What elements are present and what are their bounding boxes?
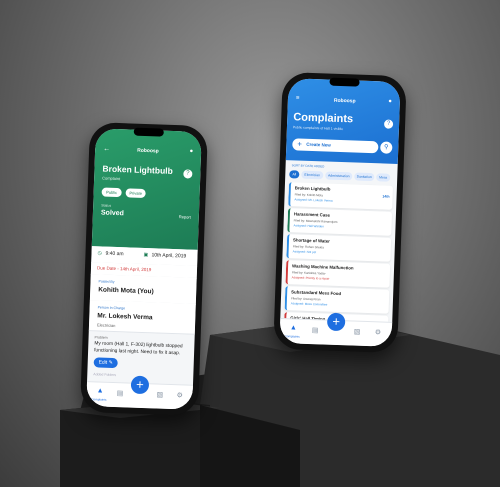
plus-icon: + <box>297 139 303 149</box>
filter-all[interactable]: All <box>289 170 300 179</box>
complaint-item[interactable]: Harassment Case Filed by: Meenakshi Rama… <box>287 208 393 236</box>
description-label: Problem <box>94 335 108 340</box>
filter-sanitation[interactable]: Sanitation <box>354 172 375 182</box>
description-text: My room (Hall 1, F-302) lightbulb stoppe… <box>94 341 183 356</box>
item-assigned: Assigned: Not yet <box>292 249 317 255</box>
product-scene: ← Roboosp ● Broken Lightbulb Complaint ?… <box>0 0 500 487</box>
settings-icon[interactable]: ⚙ <box>375 328 382 336</box>
profile-icon[interactable]: ● <box>388 99 392 105</box>
time-value: 9:40 am <box>105 250 124 258</box>
tag-private[interactable]: Private <box>125 188 146 199</box>
edit-label: Edit <box>98 359 108 366</box>
filter-administration[interactable]: Administration <box>325 171 353 181</box>
page-subtitle: Public complaints of Hall 1 visible <box>292 125 344 132</box>
item-title: Substandard Mess Food <box>291 289 342 297</box>
chart-icon[interactable]: ▧ <box>156 391 163 399</box>
add-button[interactable]: + <box>130 375 150 395</box>
app-name: Roboosp <box>333 97 356 105</box>
item-title: Washing Machine Malfunction <box>292 263 354 271</box>
item-assigned: Assigned: Mr. Lokesh Verma <box>294 197 333 203</box>
help-icon[interactable]: ? <box>383 119 394 129</box>
report-button[interactable]: Report <box>179 214 191 219</box>
complaint-item[interactable]: Shortage of Water Filed by: Rohan Shukla… <box>286 234 392 262</box>
dynamic-island <box>133 127 164 137</box>
complaint-item[interactable]: Washing Machine Malfunction Filed by: Ka… <box>285 260 391 288</box>
page-title: Complaints <box>293 111 354 126</box>
person-label: Person In Charge <box>97 305 126 311</box>
sort-label[interactable]: SORT BY DATE ADDED <box>292 163 325 168</box>
back-icon[interactable]: ← <box>103 146 110 153</box>
complaint-category: Complaint <box>102 175 121 182</box>
complaints-list-screen: ≡ Roboosp ● Complaints Public complaints… <box>279 78 401 347</box>
status-label: Status <box>101 203 112 208</box>
item-title: Broken Lightbulb <box>294 185 331 192</box>
complaint-item[interactable]: Broken Lightbulb Filed by: Kohith Mota A… <box>288 182 393 210</box>
item-title: Shortage of Water <box>292 237 330 244</box>
detail-header: ← Roboosp ● Broken Lightbulb Complaint ?… <box>91 128 202 250</box>
filter-electrician[interactable]: Electrician <box>301 170 324 180</box>
document-icon[interactable]: ▤ <box>312 326 319 334</box>
person-value: Mr. Lokesh Verma <box>97 312 153 322</box>
person-role: Electrician <box>96 322 116 329</box>
list-header: ≡ Roboosp ● Complaints Public complaints… <box>285 78 401 164</box>
item-assigned: Assigned: Priority to a repair <box>291 275 330 281</box>
chart-icon[interactable]: ▧ <box>354 328 361 336</box>
due-date: Due Date - 14th April, 2019 <box>96 265 152 273</box>
item-badge: 14th <box>382 194 390 199</box>
home-icon[interactable]: ▲ <box>290 324 297 331</box>
filter-mess[interactable]: Mess <box>376 173 391 182</box>
right-phone: ≡ Roboosp ● Complaints Public complaints… <box>273 71 407 354</box>
menu-icon[interactable]: ≡ <box>296 95 300 101</box>
complaint-detail-screen: ← Roboosp ● Broken Lightbulb Complaint ?… <box>86 128 202 410</box>
profile-icon[interactable]: ● <box>189 149 193 155</box>
date-value: 10th April, 2019 <box>151 252 187 260</box>
complaint-title: Broken Lightbulb <box>102 163 173 176</box>
home-label: Complaints <box>91 397 107 402</box>
tag-public[interactable]: Public <box>101 187 122 198</box>
item-title: Harassment Case <box>293 211 331 218</box>
status-value: Solved <box>100 209 124 218</box>
left-phone: ← Roboosp ● Broken Lightbulb Complaint ?… <box>79 122 209 416</box>
posted-by-value: Kohith Mota (You) <box>98 286 154 296</box>
person-in-charge-card: Person In Charge Mr. Lokesh Verma Electr… <box>88 300 196 335</box>
clock-icon: ◷ <box>97 250 102 257</box>
create-new-label: Create New <box>306 141 331 148</box>
pedestal <box>60 318 500 487</box>
create-new-button[interactable]: + Create New <box>292 138 379 154</box>
bottom-nav: ▲ Complaints ▤ + ▧ ⚙ <box>279 312 393 347</box>
add-button[interactable]: + <box>326 312 346 332</box>
item-assigned: Assigned: Hall Warden <box>293 223 324 229</box>
search-icon[interactable]: ⚲ <box>380 141 393 154</box>
edit-button[interactable]: Edit ✎ <box>93 357 118 369</box>
dynamic-island <box>329 77 360 87</box>
document-icon[interactable]: ▤ <box>117 389 124 397</box>
help-icon[interactable]: ? <box>183 169 193 179</box>
settings-icon[interactable]: ⚙ <box>176 391 183 399</box>
calendar-icon: ▣ <box>143 251 149 259</box>
home-label: Complaints <box>284 334 300 339</box>
posted-by-label: Posted By <box>98 279 115 284</box>
bottom-nav: ▲ Complaints ▤ + ▧ ⚙ <box>86 375 193 410</box>
item-assigned: Assigned: Mess Committee <box>290 301 328 307</box>
app-name: Roboosp <box>137 147 159 155</box>
home-icon[interactable]: ▲ <box>97 387 104 394</box>
added-folders-label: Added Folders <box>93 372 117 378</box>
complaint-item[interactable]: Substandard Mess Food Filed by: Anurag K… <box>284 286 390 314</box>
